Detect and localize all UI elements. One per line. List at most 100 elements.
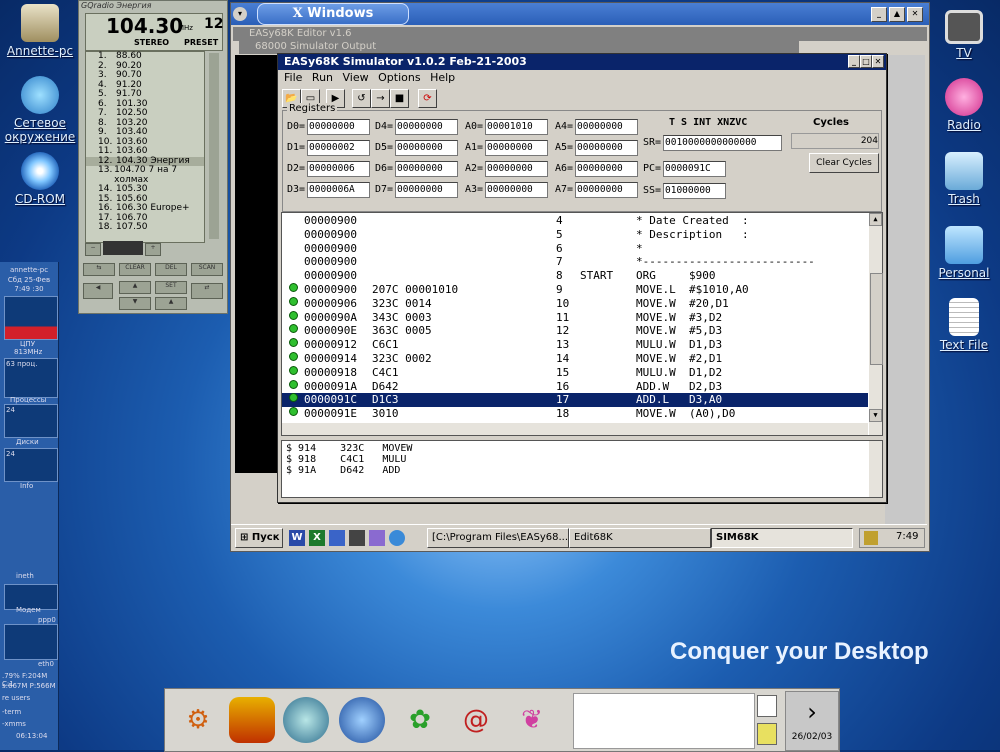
tool-icon[interactable] (369, 530, 385, 546)
del-button[interactable]: DEL (155, 263, 187, 276)
breakpoint-icon[interactable] (289, 352, 298, 361)
menu-view[interactable]: View (343, 71, 369, 84)
kde-menu-icon[interactable]: ⚙ (175, 697, 221, 743)
source-line[interactable]: 00000900 6 * (282, 242, 868, 256)
breakpoint-icon[interactable] (289, 324, 298, 334)
notes-applet-icon[interactable] (757, 723, 777, 745)
register-value[interactable]: 00000006 (307, 161, 370, 177)
register-value[interactable]: 00000000 (485, 161, 548, 177)
register-value[interactable]: 00000002 (307, 140, 370, 156)
sim-minimize-button[interactable]: _ (848, 55, 860, 68)
pc-value[interactable]: 0000091C (663, 161, 726, 177)
scroll-up-icon[interactable]: ▲ (869, 213, 882, 226)
breakpoint-icon[interactable] (289, 379, 298, 389)
browser-icon[interactable] (389, 530, 405, 546)
breakpoint-icon[interactable] (289, 407, 298, 417)
source-hscrollbar[interactable] (282, 423, 868, 435)
source-line[interactable]: 0000091A D642 16 ADD.W D2,D3 (282, 379, 868, 394)
mute-button[interactable]: ⇆ (83, 263, 115, 276)
kfm-icon[interactable] (283, 697, 329, 743)
debian-icon[interactable]: @ (453, 697, 499, 743)
trace-icon[interactable]: → (371, 89, 390, 108)
tray-icon[interactable] (864, 531, 878, 545)
set-button[interactable]: SET (155, 281, 187, 294)
register-value[interactable]: 0000006A (307, 182, 370, 198)
desktop-icon-cdrom[interactable]: CD-ROM (2, 152, 78, 206)
media-icon[interactable] (349, 530, 365, 546)
sim-maximize-button[interactable]: □ (860, 55, 872, 68)
xterm-label[interactable]: -term (2, 708, 21, 716)
shell-icon[interactable] (229, 697, 275, 743)
sim-close-button[interactable]: ✕ (872, 55, 884, 68)
register-value[interactable]: 00000000 (395, 161, 458, 177)
station-list[interactable]: 1. 88.60 2. 90.20 3. 90.70 4. 91.20 5. 91.70 6. 101… (85, 51, 205, 243)
menu-run[interactable]: Run (312, 71, 333, 84)
desktop-icon-tv[interactable]: TV (926, 10, 1000, 60)
volume-bar[interactable] (103, 241, 143, 255)
station-scrollbar[interactable] (209, 53, 219, 239)
step-over-icon[interactable]: ↺ (352, 89, 371, 108)
source-line[interactable]: 00000900 5 * Description : (282, 228, 868, 242)
sr-value[interactable]: 0010000000000000 (663, 135, 782, 151)
power-icon[interactable]: ⇄ (191, 283, 223, 299)
source-line[interactable]: 0000090E 363C 0005 12 MOVE.W #5,D3 (282, 324, 868, 338)
register-value[interactable]: 00000000 (395, 119, 458, 135)
menu-help[interactable]: Help (430, 71, 455, 84)
desktop-icon-textfile[interactable]: Text File (926, 298, 1000, 352)
flower-icon[interactable]: ✿ (397, 697, 443, 743)
register-value[interactable]: 00000000 (575, 182, 638, 198)
helmet-icon[interactable] (339, 697, 385, 743)
reset-icon[interactable]: ⟳ (418, 89, 437, 108)
register-value[interactable]: 00000000 (575, 161, 638, 177)
breakpoint-icon[interactable] (289, 365, 298, 375)
register-value[interactable]: 00000000 (395, 182, 458, 198)
volume-up-button[interactable]: + (145, 243, 161, 256)
breakpoint-icon[interactable] (289, 310, 298, 320)
source-scrollbar[interactable]: ▲ ▼ (869, 213, 883, 435)
taskbar-sim68k[interactable]: SIM68K (711, 528, 853, 548)
desktop-icon-personal[interactable]: Personal (926, 226, 1000, 280)
minimize-button[interactable]: _ (871, 7, 887, 22)
source-line[interactable]: 00000914 323C 0002 14 MOVE.W #2,D1 (282, 352, 868, 366)
breakpoint-icon[interactable] (289, 338, 298, 348)
menu-file[interactable]: File (284, 71, 302, 84)
register-value[interactable]: 00000000 (395, 140, 458, 156)
date-applet[interactable]: › 26/02/03 (785, 691, 839, 751)
breakpoint-icon[interactable] (289, 296, 298, 306)
word-icon[interactable]: W (289, 530, 305, 546)
source-line[interactable]: 00000900 207C 00001010 9 MOVE.L #$1010,A0 (282, 283, 868, 297)
scroll-thumb[interactable] (870, 273, 883, 365)
trace-scrollbar[interactable] (869, 441, 882, 497)
source-line[interactable]: 00000906 323C 0014 10 MOVE.W #20,D1 (282, 296, 868, 311)
source-line[interactable]: 0000090A 343C 0003 11 MOVE.W #3,D2 (282, 310, 868, 325)
source-line[interactable]: 00000900 8 START ORG $900 (282, 269, 868, 283)
desktop-icon-network[interactable]: Сетевое окружение (2, 76, 78, 144)
register-value[interactable]: 00000000 (307, 119, 370, 135)
breakpoint-icon[interactable] (289, 283, 298, 292)
clear-button[interactable]: CLEAR (119, 263, 151, 276)
register-value[interactable]: 00000000 (485, 140, 548, 156)
source-listing[interactable]: 00000900 4 * Date Created : 00000900 5 * Desc… (281, 212, 883, 436)
clock-applet-icon[interactable] (757, 695, 777, 717)
speaker-icon[interactable]: ◀ (83, 283, 113, 299)
register-value[interactable]: 00001010 (485, 119, 548, 135)
breakpoint-icon[interactable] (289, 393, 298, 403)
tune-down-button[interactable]: ▼ (119, 297, 151, 310)
butterfly-icon[interactable]: ❦ (509, 697, 555, 743)
register-value[interactable]: 00000000 (485, 182, 548, 198)
station-item[interactable]: 13. 104.70 7 на 7 холмах (86, 165, 204, 185)
scroll-down-icon[interactable]: ▼ (869, 409, 882, 422)
window-titlebar[interactable]: ▾ X Windows _ ▲ ✕ (231, 3, 929, 25)
excel-icon[interactable]: X (309, 530, 325, 546)
desktop-icon-annette-pc[interactable]: Annette-pc (2, 4, 78, 58)
taskbar-edit68k[interactable]: Edit68K (569, 528, 711, 548)
source-line[interactable]: 00000912 C6C1 13 MULU.W D1,D3 (282, 338, 868, 352)
volume-down-button[interactable]: − (85, 243, 101, 256)
editor-titlebar[interactable]: EASy68K Editor v1.6 (233, 27, 927, 41)
source-line[interactable]: 0000091E 3010 18 MOVE.W (A0),D0 (282, 407, 868, 421)
menu-options[interactable]: Options (378, 71, 420, 84)
desktop-icon-radio[interactable]: Radio (926, 78, 1000, 132)
station-item[interactable]: 18. 107.50 (86, 222, 204, 233)
seek-button[interactable]: ▲ (155, 297, 187, 310)
source-line[interactable]: 00000900 7 *-------------------------- (282, 255, 868, 269)
